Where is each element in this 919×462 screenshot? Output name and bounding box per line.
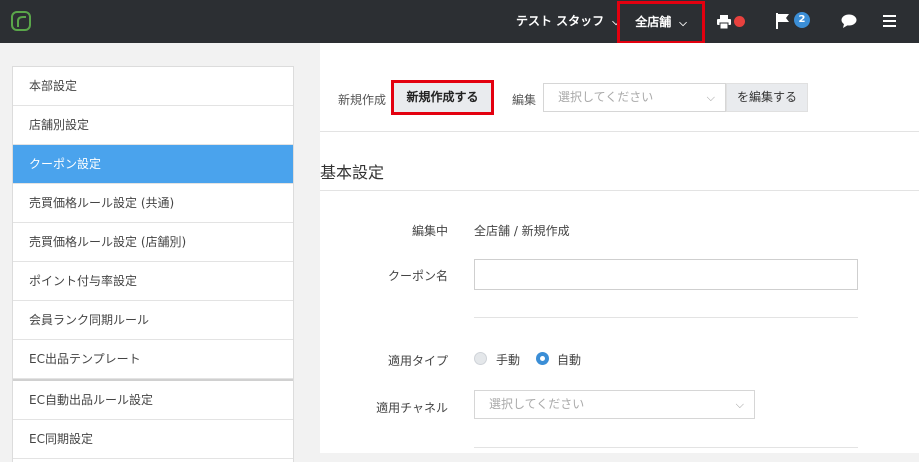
sidebar-item-price-rules-common[interactable]: 売買価格ルール設定 (共通) <box>13 184 293 223</box>
sidebar-item-price-rules-store[interactable]: 売買価格ルール設定 (店舗別) <box>13 223 293 262</box>
form-divider <box>474 317 858 318</box>
top-navigation-bar: テスト スタッフ ⌵ 全店舗 ⌵ 2 <box>0 0 919 44</box>
chevron-down-icon: ⌵ <box>679 18 687 29</box>
edit-target-placeholder: 選択してください <box>558 90 654 104</box>
coupon-name-label: クーポン名 <box>387 269 448 283</box>
form-divider-bottom <box>474 447 858 448</box>
print-button[interactable] <box>717 14 749 30</box>
menu-icon <box>883 15 896 27</box>
edit-button[interactable]: を編集する <box>726 83 808 112</box>
edit-label: 編集 <box>512 93 537 107</box>
staff-menu[interactable]: テスト スタッフ ⌵ <box>516 0 620 43</box>
printer-icon <box>717 15 731 29</box>
notification-count-badge: 2 <box>794 12 810 28</box>
section-divider <box>320 190 919 191</box>
apply-channel-placeholder: 選択してください <box>489 397 585 411</box>
notifications-button[interactable]: 2 <box>776 12 812 30</box>
store-selector-button[interactable]: 全店舗 ⌵ <box>617 1 705 44</box>
apply-type-label: 適用タイプ <box>387 354 448 368</box>
new-create-label: 新規作成 <box>338 93 387 107</box>
staff-name: テスト スタッフ <box>516 14 605 28</box>
editing-value: 全店舗 / 新規作成 <box>474 224 570 238</box>
hamburger-menu-button[interactable] <box>883 15 896 27</box>
chevron-down-icon: ⌵ <box>735 398 744 411</box>
radio-manual[interactable] <box>474 352 487 365</box>
sidebar-item-ec-auto-listing-rules[interactable]: EC自動出品ルール設定 <box>13 381 293 420</box>
toolbar-divider <box>320 131 919 132</box>
coupon-settings-panel: 新規作成 新規作成する 編集 選択してください ⌵ を編集する 基本設定 編集中… <box>320 43 919 453</box>
settings-sidebar: 本部設定 店舗別設定 クーポン設定 売買価格ルール設定 (共通) 売買価格ルール… <box>12 66 294 462</box>
sidebar-item-point-rate-settings[interactable]: ポイント付与率設定 <box>13 262 293 301</box>
flag-icon <box>776 13 789 29</box>
edit-target-select[interactable]: 選択してください ⌵ <box>543 83 726 112</box>
create-new-button[interactable]: 新規作成する <box>391 80 494 115</box>
sidebar-item-headquarters-settings[interactable]: 本部設定 <box>13 67 293 106</box>
print-alert-dot <box>734 16 745 27</box>
sidebar-item-ec-listing-template[interactable]: EC出品テンプレート <box>13 340 293 379</box>
sidebar-item-coupon-settings[interactable]: クーポン設定 <box>13 145 293 184</box>
radio-auto-label: 自動 <box>557 353 582 367</box>
sidebar-item-store-settings[interactable]: 店舗別設定 <box>13 106 293 145</box>
chat-button[interactable] <box>841 14 857 30</box>
chat-bubble-icon <box>841 14 857 28</box>
apply-channel-label: 適用チャネル <box>376 401 448 415</box>
coupon-name-input[interactable] <box>474 259 858 290</box>
sidebar-item-ec-sync-settings[interactable]: EC同期設定 <box>13 420 293 459</box>
section-title: 基本設定 <box>320 163 385 182</box>
radio-manual-label: 手動 <box>496 353 521 367</box>
editing-label: 編集中 <box>411 224 448 238</box>
apply-channel-select[interactable]: 選択してください ⌵ <box>474 390 755 419</box>
chevron-down-icon: ⌵ <box>706 91 715 104</box>
sidebar-item-member-rank-sync[interactable]: 会員ランク同期ルール <box>13 301 293 340</box>
radio-auto[interactable] <box>536 352 549 365</box>
store-selector-label: 全店舗 <box>635 15 672 29</box>
app-logo-icon[interactable] <box>10 10 32 32</box>
